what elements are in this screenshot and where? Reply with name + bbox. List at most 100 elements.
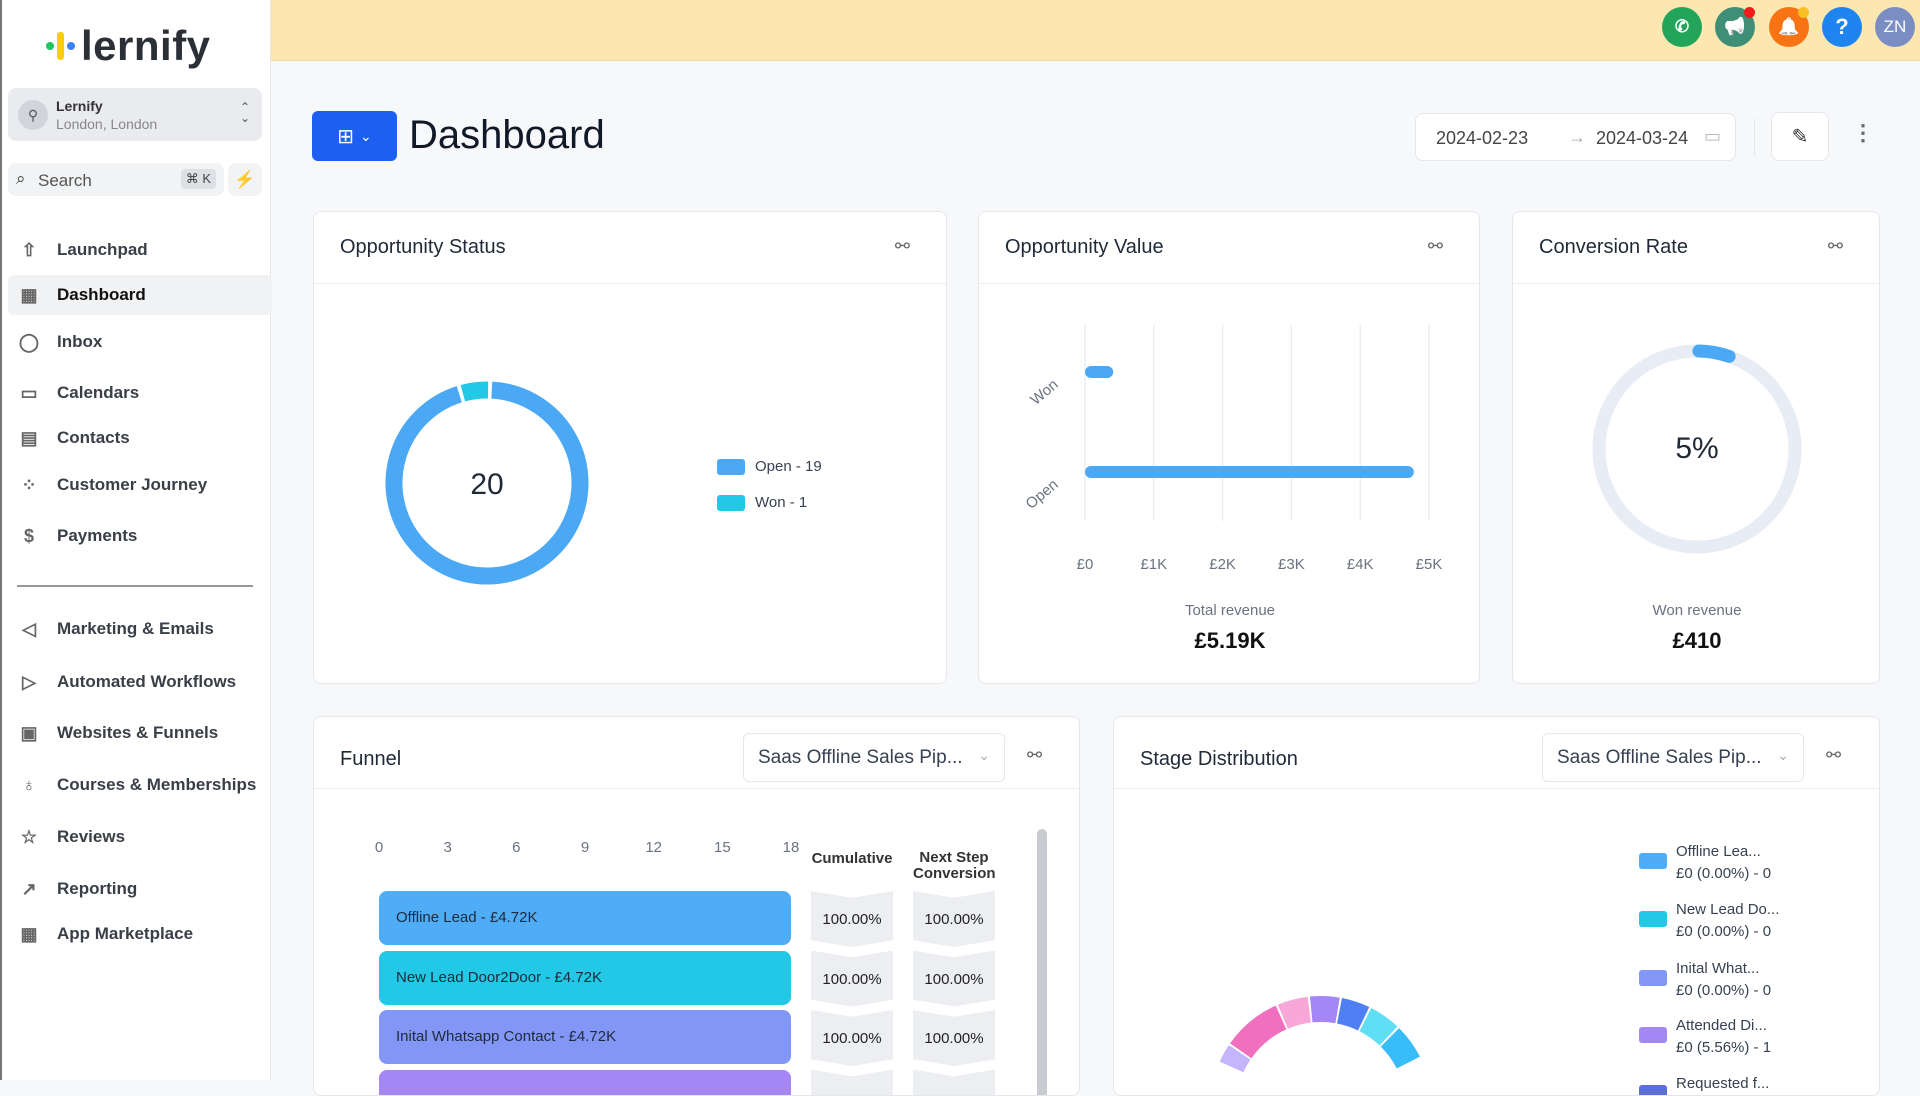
sidebar-item-marketing-emails[interactable]: ◁ Marketing & Emails [8, 609, 272, 649]
legend-detail: £0 (0.00%) - 0 [1676, 982, 1771, 999]
filter-icon[interactable]: ⚯ [1027, 745, 1042, 766]
conversion-rate-card: Conversion Rate⚯ 5% Won revenue £410 [1512, 211, 1880, 684]
sidebar-item-automated-workflows[interactable]: ▷ Automated Workflows [8, 662, 272, 702]
chevron-down-icon: ⌄ [978, 747, 990, 768]
sidebar-item-reporting[interactable]: ↗ Reporting [8, 869, 272, 909]
x-tick-label: £5K [1416, 556, 1443, 573]
notification-badge [1744, 7, 1755, 18]
pipeline-value: Saas Offline Sales Pip... [758, 747, 963, 768]
sidebar-item-label: Reporting [57, 879, 137, 899]
more-options-icon[interactable]: ⋮ [1852, 120, 1874, 146]
donut-segment[interactable] [1340, 1011, 1364, 1019]
donut-segment[interactable] [1241, 1018, 1281, 1051]
cumulative-cell [811, 1070, 893, 1096]
sidebar-item-customer-journey[interactable]: ⁘ Customer Journey [8, 465, 272, 505]
sidebar-item-label: Calendars [57, 383, 139, 403]
legend-label: Open - 19 [755, 458, 822, 475]
date-start[interactable]: 2024-02-23 [1436, 128, 1528, 149]
legend-name: Requested f... [1676, 1075, 1769, 1092]
legend-item-open[interactable]: Open - 19 [717, 458, 822, 475]
next-step-cell [913, 1070, 995, 1096]
scrollbar[interactable] [1037, 829, 1047, 1096]
legend-item-won[interactable]: Won - 1 [717, 494, 807, 511]
sidebar-item-websites-funnels[interactable]: ▣ Websites & Funnels [8, 713, 272, 753]
sidebar-item-courses-memberships[interactable]: ♁ Courses & Memberships [8, 765, 272, 805]
x-tick-label: £0 [1077, 556, 1094, 573]
funnel-bar-label: New Lead Door2Door - £4.72K [396, 969, 602, 986]
funnel-bar[interactable] [379, 1070, 791, 1096]
donut-progress[interactable] [1699, 351, 1729, 356]
date-end[interactable]: 2024-03-24 [1596, 128, 1701, 149]
sidebar: lernify ⚲ Lernify London, London ⌃⌄ ⌕ Se… [0, 0, 271, 1080]
user-avatar[interactable]: ZN [1875, 7, 1915, 47]
legend-name: Inital What... [1676, 960, 1759, 977]
opportunity-value-card: Opportunity Value⚯ £0£1K£2K£3K£4K£5KWonO… [978, 211, 1480, 684]
calendar-icon: ▭ [1704, 126, 1721, 147]
sidebar-item-calendars[interactable]: ▭ Calendars [8, 373, 272, 413]
send-icon: ◁ [17, 619, 41, 640]
legend-swatch [1639, 970, 1667, 986]
notification-badge [1798, 7, 1809, 18]
donut-segment[interactable] [1232, 1052, 1240, 1067]
phone-button[interactable]: ✆ [1662, 7, 1702, 47]
date-range-picker[interactable]: 2024-02-23 → 2024-03-24 ▭ [1415, 113, 1736, 161]
location-switcher[interactable]: ⚲ Lernify London, London ⌃⌄ [8, 88, 262, 141]
logo-mark [46, 32, 75, 60]
logo[interactable]: lernify [46, 22, 211, 70]
announcements-button[interactable]: 📢 [1715, 7, 1755, 47]
donut-segment[interactable] [1283, 1010, 1309, 1017]
apps-icon: ▦ [17, 924, 41, 945]
notifications-button[interactable]: 🔔 [1769, 7, 1809, 47]
conversion-rate-value: 5% [1513, 432, 1880, 466]
won-revenue-label: Won revenue [1513, 602, 1880, 619]
quick-action-bolt-icon[interactable]: ⚡ [228, 163, 262, 196]
phone-icon: ✆ [1675, 17, 1689, 37]
dashboard-icon: ▦ [17, 285, 41, 306]
sidebar-item-label: Dashboard [57, 285, 146, 305]
sidebar-item-label: Contacts [57, 428, 130, 448]
pipeline-select[interactable]: Saas Offline Sales Pip... ⌄ [743, 733, 1005, 782]
opportunity-status-donut [314, 212, 947, 684]
funnel-bar-label: Offline Lead - £4.72K [396, 909, 538, 926]
funnel-bar[interactable]: Offline Lead - £4.72K [379, 891, 791, 945]
rocket-icon: ⇧ [17, 240, 41, 261]
legend-swatch [1639, 911, 1667, 927]
funnel-bar[interactable]: New Lead Door2Door - £4.72K [379, 951, 791, 1005]
legend-name: New Lead Do... [1676, 901, 1779, 918]
x-tick-label: 3 [433, 839, 463, 856]
cumulative-cell: 100.00% [811, 891, 893, 947]
stage-distribution-card: Stage Distribution Saas Offline Sales Pi… [1113, 716, 1880, 1096]
search-input[interactable]: ⌕ Search ⌘ K [8, 163, 224, 196]
x-tick-label: 0 [364, 839, 394, 856]
legend-label: Won - 1 [755, 494, 807, 511]
legend-detail: £0 (5.56%) - 1 [1676, 1039, 1771, 1056]
sidebar-item-contacts[interactable]: ▤ Contacts [8, 418, 272, 458]
avatar-initials: ZN [1884, 17, 1907, 37]
donut-segment[interactable] [1390, 1037, 1408, 1062]
x-tick-label: £4K [1347, 556, 1374, 573]
edit-button[interactable]: ✎ [1771, 112, 1829, 161]
search-icon: ⌕ [16, 169, 26, 189]
total-revenue-label: Total revenue [979, 602, 1480, 619]
chat-icon: ◯ [17, 332, 41, 353]
donut-slice-won[interactable] [463, 390, 488, 393]
sidebar-item-reviews[interactable]: ☆ Reviews [8, 817, 272, 857]
sidebar-item-dashboard[interactable]: ▦ Dashboard [8, 275, 272, 315]
award-icon: ♁ [17, 775, 41, 796]
cumulative-cell: 100.00% [811, 951, 893, 1007]
y-category-label: Open [1023, 476, 1062, 513]
funnel-bar[interactable]: Inital Whatsapp Contact - £4.72K [379, 1010, 791, 1064]
help-button[interactable]: ? [1822, 7, 1862, 47]
sidebar-item-inbox[interactable]: ◯ Inbox [8, 322, 272, 362]
donut-segment[interactable] [1365, 1020, 1388, 1036]
sidebar-item-label: Customer Journey [57, 475, 207, 495]
total-opportunities: 20 [470, 468, 503, 502]
donut-segment[interactable] [1311, 1009, 1337, 1010]
sidebar-item-app-marketplace[interactable]: ▦ App Marketplace [8, 914, 272, 954]
dashboard-switcher-button[interactable]: ⊞⌄ [312, 111, 397, 161]
sidebar-item-payments[interactable]: $ Payments [8, 516, 272, 556]
x-tick-label: 15 [707, 839, 737, 856]
sidebar-item-launchpad[interactable]: ⇧ Launchpad [8, 230, 272, 270]
won-revenue-value: £410 [1513, 628, 1880, 654]
sidebar-divider [17, 585, 253, 587]
